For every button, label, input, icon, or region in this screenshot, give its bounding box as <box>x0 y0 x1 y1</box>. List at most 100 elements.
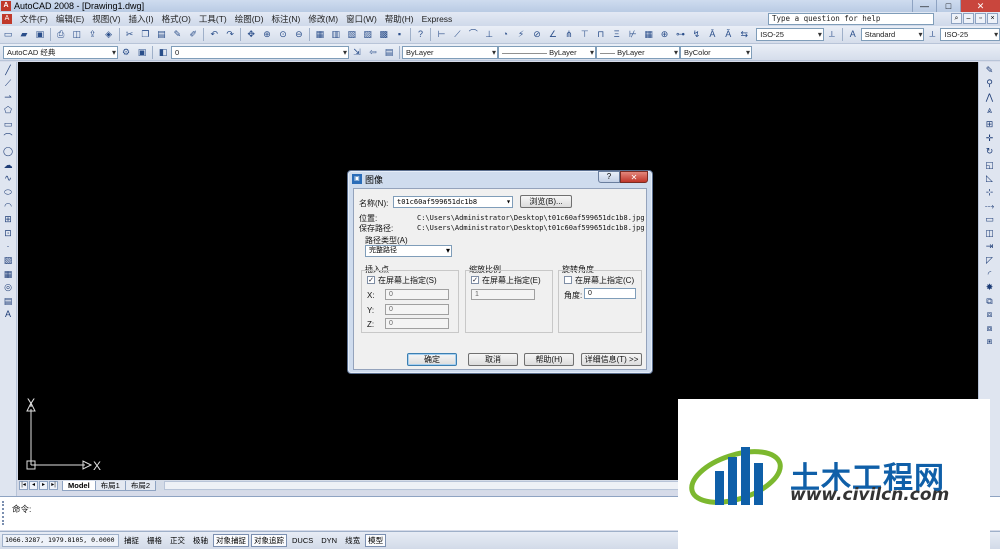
move-icon[interactable]: ✛ <box>983 133 996 144</box>
help-button[interactable]: 帮助(H) <box>524 353 574 366</box>
dim-jogged-icon[interactable]: ⚡ <box>515 28 528 41</box>
workspace-select[interactable]: AutoCAD 经典 <box>3 45 118 59</box>
ellipse-arc-icon[interactable]: ◠ <box>2 201 15 212</box>
menu-file[interactable]: 文件(F) <box>16 13 52 25</box>
region-icon[interactable]: ◎ <box>2 282 15 293</box>
tab-layout2[interactable]: 布局2 <box>124 480 157 491</box>
menu-insert[interactable]: 插入(I) <box>125 13 158 25</box>
lineweight-toggle[interactable]: 线宽 <box>342 534 363 547</box>
block-editor-icon[interactable]: ✐ <box>187 28 200 41</box>
osnap-toggle[interactable]: 对象捕捉 <box>213 534 249 547</box>
cancel-button[interactable]: 取消 <box>468 353 518 366</box>
send-back-icon[interactable]: ⧇ <box>983 323 996 334</box>
dim-angular-icon[interactable]: ∠ <box>547 28 560 41</box>
publish-icon[interactable]: ⇪ <box>86 28 99 41</box>
text-style-icon[interactable]: A <box>846 28 859 41</box>
next-tab-icon[interactable]: ▸ <box>39 481 48 490</box>
details-button[interactable]: 详细信息(T) >> <box>581 353 642 366</box>
minimize-button[interactable]: — <box>912 0 936 12</box>
table-icon[interactable]: ▤ <box>2 296 15 307</box>
browse-button[interactable]: 浏览(B)... <box>520 195 572 208</box>
menu-edit[interactable]: 编辑(E) <box>52 13 88 25</box>
design-center-icon[interactable]: ▥ <box>329 28 342 41</box>
autocad-app-icon[interactable]: A <box>1 1 11 11</box>
polyline-icon[interactable]: ⇀ <box>2 92 15 103</box>
new-icon[interactable]: ▭ <box>2 28 15 41</box>
dim-style-select[interactable]: ISO-25 <box>756 28 824 41</box>
y-field[interactable]: 0 <box>385 304 449 315</box>
lineweight-select[interactable]: —— ByLayer <box>596 45 680 59</box>
command-grip-handle[interactable] <box>2 501 6 525</box>
line-icon[interactable]: ╱ <box>2 65 15 76</box>
dim-break-icon[interactable]: ⊬ <box>626 28 639 41</box>
construction-line-icon[interactable]: ⟋ <box>2 78 15 89</box>
text-style-select[interactable]: Standard <box>860 28 925 41</box>
linetype-select[interactable]: —————— ByLayer <box>498 45 596 59</box>
layer-manager-icon[interactable]: ◧ <box>157 46 170 59</box>
polar-toggle[interactable]: 极轴 <box>190 534 211 547</box>
dim-radius-icon[interactable]: ◔ <box>499 28 512 41</box>
ortho-toggle[interactable]: 正交 <box>167 534 188 547</box>
make-block-icon[interactable]: ⊡ <box>2 228 15 239</box>
spline-icon[interactable]: ∿ <box>2 173 15 184</box>
dim-ordinate-icon[interactable]: ⊥ <box>483 28 496 41</box>
menu-dimension[interactable]: 标注(N) <box>268 13 305 25</box>
center-mark-icon[interactable]: ⊕ <box>658 28 671 41</box>
insert-block-icon[interactable]: ⊞ <box>2 214 15 225</box>
x-field[interactable]: 0 <box>385 289 449 300</box>
quick-dim-icon[interactable]: ⋔ <box>562 28 575 41</box>
mirror-icon[interactable]: ⋀ <box>983 92 996 103</box>
tab-layout1[interactable]: 布局1 <box>94 480 126 491</box>
dim-arc-icon[interactable]: ⌒ <box>467 28 480 41</box>
grid-toggle[interactable]: 栅格 <box>144 534 165 547</box>
insertion-specify-checkbox[interactable]: ✓ <box>367 276 375 284</box>
menu-help[interactable]: 帮助(H) <box>381 13 418 25</box>
dim-aligned-icon[interactable]: ⟋ <box>451 28 464 41</box>
dyn-toggle[interactable]: DYN <box>318 534 340 547</box>
tab-model[interactable]: Model <box>62 480 96 491</box>
revision-cloud-icon[interactable]: ☁ <box>2 160 15 171</box>
workspace-settings-icon[interactable]: ⚙ <box>120 46 133 59</box>
break-icon[interactable]: ◫ <box>983 228 996 239</box>
menu-draw[interactable]: 绘图(D) <box>231 13 268 25</box>
help-icon[interactable]: ? <box>414 28 427 41</box>
close-button[interactable]: ✕ <box>960 0 1000 12</box>
copy-icon[interactable]: ❐ <box>139 28 152 41</box>
menu-window[interactable]: 窗口(W) <box>342 13 381 25</box>
zoom-window-icon[interactable]: ⊙ <box>277 28 290 41</box>
scale-specify-checkbox[interactable]: ✓ <box>471 276 479 284</box>
dim-linear-icon[interactable]: ⊢ <box>435 28 448 41</box>
plotstyle-select[interactable]: ByColor <box>680 45 752 59</box>
offset-icon[interactable]: ⩓ <box>983 105 996 116</box>
quickcalc-icon[interactable]: ▪ <box>393 28 406 41</box>
tool-palettes-icon[interactable]: ▧ <box>345 28 358 41</box>
layer-select[interactable]: 0 <box>171 45 349 59</box>
stretch-icon[interactable]: ◺ <box>983 173 996 184</box>
undo-icon[interactable]: ↶ <box>208 28 221 41</box>
trim-icon[interactable]: ⊹ <box>983 187 996 198</box>
search-icon[interactable]: ⌕ <box>951 13 962 24</box>
coordinate-readout[interactable]: 1066.3287, 1979.8105, 0.0000 <box>2 534 119 547</box>
my-workspace-icon[interactable]: ▣ <box>136 46 149 59</box>
dialog-help-button[interactable]: ? <box>598 171 620 183</box>
break-at-point-icon[interactable]: ▭ <box>983 214 996 225</box>
ellipse-icon[interactable]: ⬭ <box>2 187 15 198</box>
ok-button[interactable]: 确定 <box>407 353 457 366</box>
plot-icon[interactable]: ⎙ <box>54 28 67 41</box>
z-field[interactable]: 0 <box>385 318 449 329</box>
cut-icon[interactable]: ✂ <box>123 28 136 41</box>
path-type-select[interactable]: 完整路径 <box>365 245 452 257</box>
dim-edit-icon[interactable]: Ā <box>706 28 719 41</box>
redo-icon[interactable]: ↷ <box>224 28 237 41</box>
text-front-icon[interactable]: ⧆ <box>983 336 996 347</box>
arc-icon[interactable]: ⌒ <box>2 133 15 144</box>
pan-icon[interactable]: ✥ <box>245 28 258 41</box>
chamfer-icon[interactable]: ◸ <box>983 255 996 266</box>
extend-icon[interactable]: ⤏ <box>983 201 996 212</box>
paste-icon[interactable]: ▤ <box>155 28 168 41</box>
layer-states-icon[interactable]: ▤ <box>383 46 396 59</box>
document-menu-icon[interactable]: A <box>2 14 12 24</box>
point-icon[interactable]: · <box>2 241 15 252</box>
menu-express[interactable]: Express <box>418 14 457 24</box>
circle-icon[interactable]: ◯ <box>2 146 15 157</box>
